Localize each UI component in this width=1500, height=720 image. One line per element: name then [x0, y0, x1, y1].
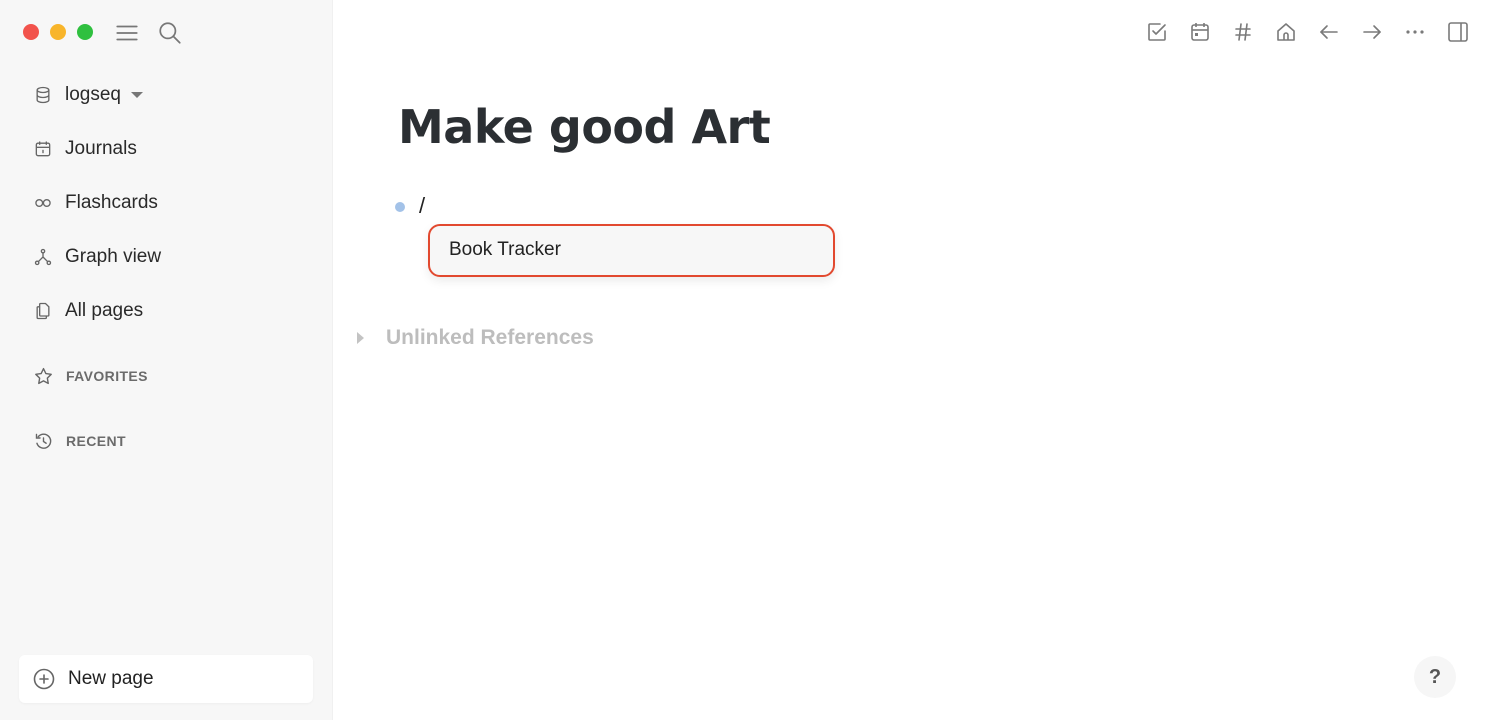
- graph-name: logseq: [65, 84, 121, 105]
- section-label: FAVORITES: [66, 368, 148, 384]
- sidebar-toggle-icon[interactable]: [1446, 20, 1470, 44]
- left-sidebar: logseq Journals Flashcards Graph view Al…: [0, 0, 333, 720]
- help-button[interactable]: ?: [1414, 656, 1456, 698]
- search-icon[interactable]: [157, 20, 183, 46]
- unlinked-references-label: Unlinked References: [386, 326, 594, 349]
- sidebar-item-all-pages[interactable]: All pages: [33, 296, 143, 326]
- menu-icon[interactable]: [114, 20, 140, 46]
- calendar-icon[interactable]: [1188, 20, 1212, 44]
- header-toolbar: [1145, 20, 1470, 44]
- sidebar-item-label: Graph view: [65, 246, 162, 267]
- sidebar-item-label: All pages: [65, 300, 144, 321]
- infinity-icon: [33, 193, 53, 213]
- sidebar-section-recent[interactable]: RECENT: [33, 428, 126, 454]
- hashtag-icon[interactable]: [1231, 20, 1255, 44]
- chevron-down-icon: [131, 92, 143, 98]
- calendar-icon: [33, 139, 53, 159]
- sidebar-item-journals[interactable]: Journals: [33, 134, 137, 164]
- home-icon[interactable]: [1274, 20, 1298, 44]
- graph-selector[interactable]: logseq: [33, 80, 143, 110]
- close-window-button[interactable]: [23, 24, 39, 40]
- page-title[interactable]: Make good Art: [398, 100, 771, 154]
- sidebar-item-label: Journals: [65, 138, 137, 159]
- caret-right-icon: [357, 332, 364, 344]
- pages-icon: [33, 301, 53, 321]
- arrow-right-icon[interactable]: [1360, 20, 1384, 44]
- block-editor[interactable]: /: [419, 193, 425, 219]
- minimize-window-button[interactable]: [50, 24, 66, 40]
- section-label: RECENT: [66, 433, 126, 449]
- arrow-left-icon[interactable]: [1317, 20, 1341, 44]
- todo-icon[interactable]: [1145, 20, 1169, 44]
- history-icon: [33, 431, 54, 452]
- graph-icon: [33, 247, 53, 267]
- new-page-label: New page: [68, 668, 154, 689]
- unlinked-references-toggle[interactable]: Unlinked References: [357, 326, 594, 350]
- star-icon: [33, 366, 54, 387]
- plus-circle-icon: [32, 667, 56, 691]
- autocomplete-popup: Book Tracker: [428, 224, 835, 277]
- sidebar-item-flashcards[interactable]: Flashcards: [33, 188, 158, 218]
- block-bullet[interactable]: [395, 202, 405, 212]
- autocomplete-item[interactable]: Book Tracker: [449, 239, 561, 261]
- sidebar-item-graph-view[interactable]: Graph view: [33, 242, 161, 272]
- new-page-button[interactable]: New page: [19, 655, 313, 703]
- maximize-window-button[interactable]: [77, 24, 93, 40]
- database-icon: [33, 85, 53, 105]
- window-controls: [23, 24, 93, 40]
- sidebar-section-favorites[interactable]: FAVORITES: [33, 363, 148, 389]
- sidebar-item-label: Flashcards: [65, 192, 158, 213]
- more-icon[interactable]: [1403, 20, 1427, 44]
